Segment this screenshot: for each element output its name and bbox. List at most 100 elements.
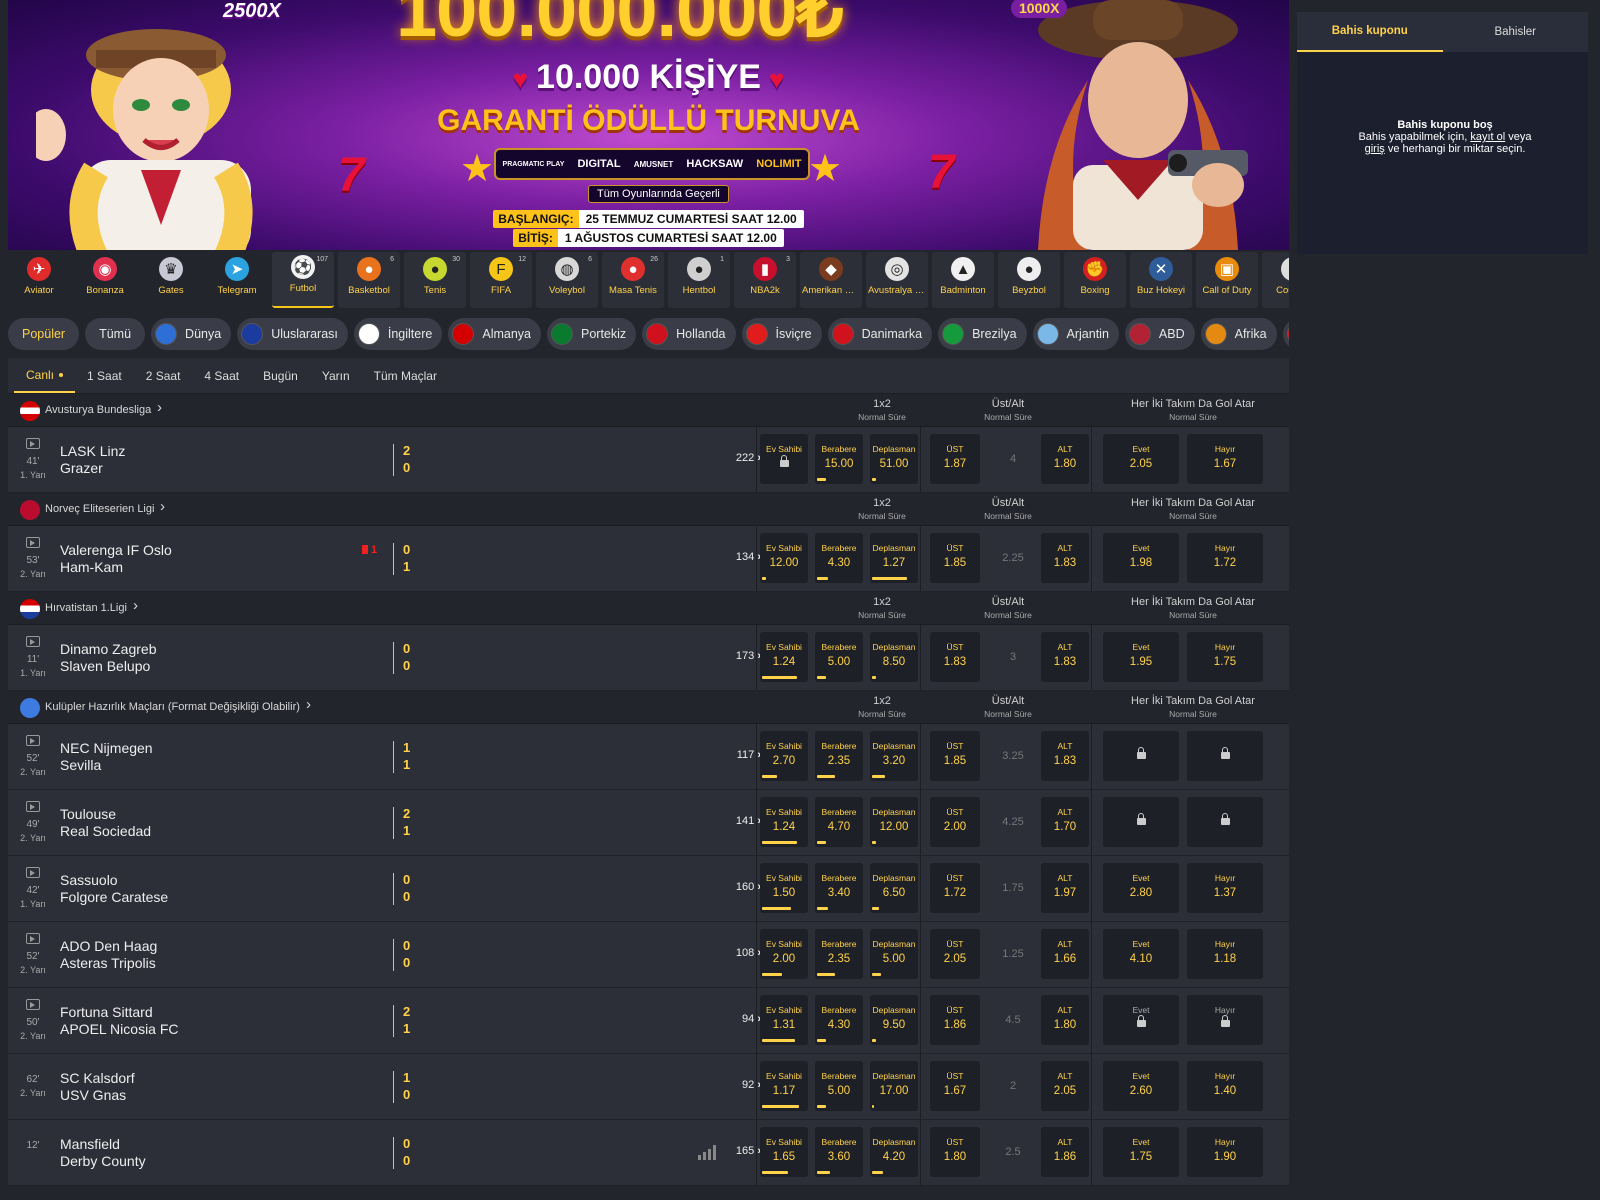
time-tab-1[interactable]: 1 Saat <box>75 358 134 393</box>
live-stream-icon[interactable] <box>26 636 40 647</box>
odds-under[interactable]: ALT 1.83 <box>1041 731 1089 781</box>
sport-tab-tenis[interactable]: ● Tenis 30 <box>404 252 466 308</box>
odds-btts-yes[interactable]: Evet 2.80 <box>1103 863 1179 913</box>
odds-under[interactable]: ALT 1.70 <box>1041 797 1089 847</box>
country-chip-5[interactable]: Almanya <box>448 318 541 350</box>
sport-tab-avustralya-futbolu[interactable]: ◎ Avustralya Futbolu <box>866 252 928 308</box>
odds-btts-yes[interactable]: Evet 2.05 <box>1103 434 1179 484</box>
odds-draw[interactable]: Berabere 4.30 <box>815 995 863 1045</box>
more-markets[interactable]: 222 › <box>736 452 761 464</box>
odds-btts-yes[interactable]: Evet 2.60 <box>1103 1061 1179 1111</box>
more-markets[interactable]: 117 › <box>737 749 761 761</box>
tab-my-bets[interactable]: Bahisler <box>1443 12 1589 52</box>
odds-away[interactable]: Deplasman 1.27 <box>870 533 918 583</box>
sport-tab-bonanza[interactable]: ◉ Bonanza <box>74 252 136 308</box>
country-chip-3[interactable]: Uluslararası <box>237 318 348 350</box>
odds-over[interactable]: ÜST 1.72 <box>930 863 980 913</box>
sport-tab-amerikan-futbolu[interactable]: ◆ Amerikan Futbolu <box>800 252 862 308</box>
match-row[interactable]: 41' 1. Yarı LASK Linz Grazer 2 0 222 › Ev Sahib… <box>8 427 1289 493</box>
country-chip-12[interactable]: ABD <box>1124 318 1195 350</box>
odds-home[interactable]: Ev Sahibi <box>760 434 808 484</box>
more-markets[interactable]: 173 › <box>736 650 761 662</box>
odds-home[interactable]: Ev Sahibi 1.24 <box>760 797 808 847</box>
odds-home[interactable]: Ev Sahibi 1.24 <box>760 632 808 682</box>
odds-under[interactable]: ALT 1.83 <box>1041 632 1089 682</box>
country-chip-6[interactable]: Portekiz <box>547 318 637 350</box>
odds-home[interactable]: Ev Sahibi 1.31 <box>760 995 808 1045</box>
sport-tab-aviator[interactable]: ✈ Aviator <box>8 252 70 308</box>
sport-tab-telegram[interactable]: ➤ Telegram <box>206 252 268 308</box>
odds-home[interactable]: Ev Sahibi 2.70 <box>760 731 808 781</box>
odds-under[interactable]: ALT 1.80 <box>1041 434 1089 484</box>
odds-over[interactable]: ÜST 1.86 <box>930 995 980 1045</box>
sport-tab-badminton[interactable]: ▲ Badminton <box>932 252 994 308</box>
login-link[interactable]: giriş <box>1365 143 1385 155</box>
register-link[interactable]: kayıt ol <box>1470 131 1505 143</box>
live-stream-icon[interactable] <box>26 537 40 548</box>
country-chip-7[interactable]: Hollanda <box>642 318 736 350</box>
more-markets[interactable]: 108 › <box>736 947 761 959</box>
live-stream-icon[interactable] <box>26 735 40 746</box>
odds-over[interactable]: ÜST 2.00 <box>930 797 980 847</box>
country-chip-0[interactable]: Popüler <box>8 318 80 350</box>
match-row[interactable]: 42' 1. Yarı Sassuolo Folgore Caratese 0 0 160 … <box>8 856 1289 922</box>
odds-draw[interactable]: Berabere 2.35 <box>815 731 863 781</box>
sport-tab-masa-tenis[interactable]: ● Masa Tenis 26 <box>602 252 664 308</box>
odds-over[interactable]: ÜST 1.67 <box>930 1061 980 1111</box>
sport-tab-call-of-duty[interactable]: ▣ Call of Duty <box>1196 252 1258 308</box>
more-markets[interactable]: 141 › <box>736 815 761 827</box>
match-row[interactable]: 52' 2. Yarı ADO Den Haag Asteras Tripolis 0 0… <box>8 922 1289 988</box>
odds-btts-no[interactable]: Hayır <box>1187 995 1263 1045</box>
sport-tab-hentbol[interactable]: ● Hentbol 1 <box>668 252 730 308</box>
more-markets[interactable]: 165 › <box>736 1145 761 1157</box>
sport-tab-basketbol[interactable]: ● Basketbol 6 <box>338 252 400 308</box>
time-tab-5[interactable]: Yarın <box>310 358 362 393</box>
league-name[interactable]: Kulüpler Hazırlık Maçları (Format Değişi… <box>45 701 300 713</box>
more-markets[interactable]: 160 › <box>736 881 761 893</box>
odds-btts-no[interactable]: Hayır 1.90 <box>1187 1127 1263 1177</box>
odds-home[interactable]: Ev Sahibi 12.00 <box>760 533 808 583</box>
tab-bet-slip[interactable]: Bahis kuponu <box>1297 12 1443 52</box>
match-row[interactable]: 49' 2. Yarı Toulouse Real Sociedad 2 1 141 › Ev… <box>8 790 1289 856</box>
country-chip-9[interactable]: Danimarka <box>827 318 933 350</box>
odds-btts-yes[interactable]: Evet 1.95 <box>1103 632 1179 682</box>
odds-over[interactable]: ÜST 1.87 <box>930 434 980 484</box>
odds-draw[interactable]: Berabere 5.00 <box>815 1061 863 1111</box>
sport-tab-boxing[interactable]: ✊ Boxing <box>1064 252 1126 308</box>
odds-draw[interactable]: Berabere 15.00 <box>815 434 863 484</box>
country-chip-2[interactable]: Dünya <box>151 318 232 350</box>
odds-away[interactable]: Deplasman 51.00 <box>870 434 918 484</box>
match-row[interactable]: 62' 2. Yarı SC Kalsdorf USV Gnas 1 0 92 › Ev Sa… <box>8 1054 1289 1120</box>
match-row[interactable]: 52' 2. Yarı NEC Nijmegen Sevilla 1 1 117 › Ev S… <box>8 724 1289 790</box>
odds-btts-no[interactable]: Hayır 1.18 <box>1187 929 1263 979</box>
odds-away[interactable]: Deplasman 8.50 <box>870 632 918 682</box>
odds-btts-yes[interactable]: Evet <box>1103 995 1179 1045</box>
sport-tab-buz-hokeyi[interactable]: ✕ Buz Hokeyi <box>1130 252 1192 308</box>
live-stream-icon[interactable] <box>26 999 40 1010</box>
odds-draw[interactable]: Berabere 3.60 <box>815 1127 863 1177</box>
odds-btts-yes[interactable]: Evet 1.98 <box>1103 533 1179 583</box>
country-chip-14[interactable]: Asya <box>1282 318 1289 350</box>
time-tab-2[interactable]: 2 Saat <box>134 358 193 393</box>
odds-draw[interactable]: Berabere 3.40 <box>815 863 863 913</box>
country-chip-13[interactable]: Afrika <box>1200 318 1277 350</box>
odds-home[interactable]: Ev Sahibi 2.00 <box>760 929 808 979</box>
live-stream-icon[interactable] <box>26 867 40 878</box>
odds-away[interactable]: Deplasman 4.20 <box>870 1127 918 1177</box>
match-row[interactable]: 53' 2. Yarı Valerenga IF Oslo Ham-Kam 1 0 1 134… <box>8 526 1289 592</box>
more-markets[interactable]: 94 › <box>742 1013 761 1025</box>
odds-over[interactable]: ÜST 1.83 <box>930 632 980 682</box>
country-chip-8[interactable]: İsviçre <box>741 318 822 350</box>
odds-away[interactable]: Deplasman 9.50 <box>870 995 918 1045</box>
country-chip-1[interactable]: Tümü <box>85 318 146 350</box>
odds-btts-no[interactable]: Hayır 1.67 <box>1187 434 1263 484</box>
live-stream-icon[interactable] <box>26 438 40 449</box>
sport-tab-counter[interactable]: ▯ Counter <box>1262 252 1289 308</box>
odds-btts-no[interactable]: Hayır 1.72 <box>1187 533 1263 583</box>
odds-draw[interactable]: Berabere 4.30 <box>815 533 863 583</box>
odds-btts-no[interactable]: Hayır 1.75 <box>1187 632 1263 682</box>
odds-under[interactable]: ALT 1.80 <box>1041 995 1089 1045</box>
match-row[interactable]: 11' 1. Yarı Dinamo Zagreb Slaven Belupo 0 0 17… <box>8 625 1289 691</box>
sport-tab-gates[interactable]: ♛ Gates <box>140 252 202 308</box>
more-markets[interactable]: 134 › <box>736 551 761 563</box>
